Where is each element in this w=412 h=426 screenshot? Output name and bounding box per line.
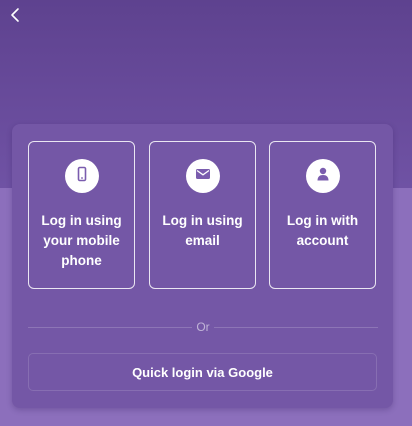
login-email-option[interactable]: Log in using email	[149, 141, 256, 289]
login-phone-option[interactable]: Log in using your mobile phone	[28, 141, 135, 289]
login-account-option[interactable]: Log in with account	[269, 141, 376, 289]
google-login-label: Quick login via Google	[132, 364, 273, 380]
phone-icon-circle	[64, 159, 99, 193]
google-login-button[interactable]: Quick login via Google	[28, 353, 377, 391]
email-icon-circle	[185, 159, 220, 193]
divider-line-left	[28, 327, 192, 328]
or-divider-text: Or	[196, 320, 210, 334]
login-email-label: Log in using email	[162, 213, 243, 248]
user-icon	[315, 166, 331, 187]
divider-line-right	[214, 327, 378, 328]
login-card: Log in using your mobile phone Log in us…	[12, 124, 393, 408]
envelope-icon	[195, 167, 211, 186]
login-screen: Log in using your mobile phone Log in us…	[0, 0, 412, 426]
account-icon-circle	[305, 159, 340, 193]
back-button[interactable]	[4, 4, 26, 26]
chevron-left-icon	[9, 7, 21, 23]
mobile-phone-icon	[75, 166, 89, 187]
login-account-label: Log in with account	[286, 213, 359, 248]
login-phone-label: Log in using your mobile phone	[41, 213, 122, 268]
